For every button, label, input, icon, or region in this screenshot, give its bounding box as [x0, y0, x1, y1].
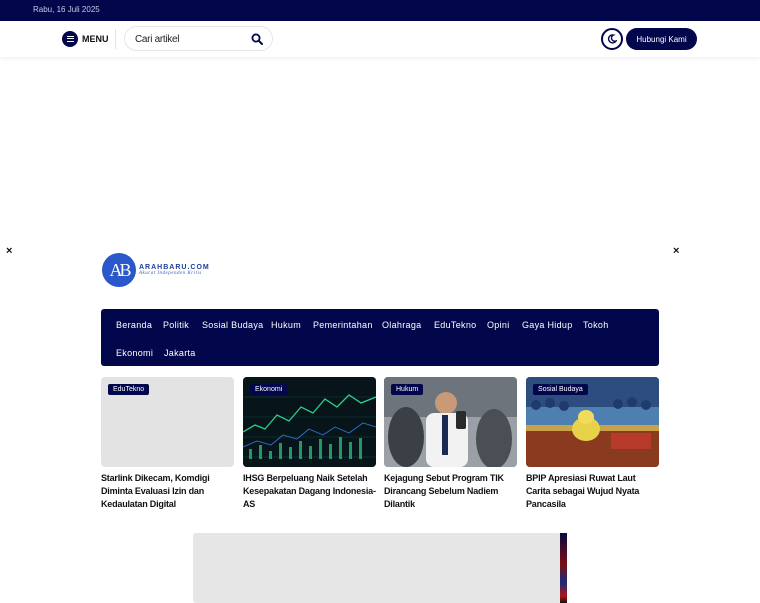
nav-item-olahraga[interactable]: Olahraga: [382, 320, 421, 330]
site-logo[interactable]: AB ARAHBARU.COM Akurat Independen Kritis: [102, 253, 210, 287]
advertisement-placeholder[interactable]: [193, 533, 561, 603]
logo-tagline: Akurat Independen Kritis: [139, 271, 202, 276]
category-badge[interactable]: EduTekno: [108, 384, 150, 395]
contact-button[interactable]: Hubungi Kami: [626, 28, 697, 50]
article-title[interactable]: Kejagung Sebut Program TIK Dirancang Seb…: [384, 472, 519, 511]
nav-item-politik[interactable]: Politik: [163, 320, 189, 330]
nav-item-edutekno[interactable]: EduTekno: [434, 320, 476, 330]
header-divider: [115, 29, 116, 49]
moon-icon: [607, 34, 617, 44]
close-icon[interactable]: ×: [6, 246, 12, 257]
search-input[interactable]: [135, 32, 245, 46]
article-title[interactable]: BPIP Apresiasi Ruwat Laut Carita sebagai…: [526, 472, 661, 511]
hamburger-icon: [62, 31, 78, 47]
logo-name: ARAHBARU.COM: [139, 264, 210, 271]
category-badge[interactable]: Hukum: [391, 384, 424, 395]
nav-item-hukum[interactable]: Hukum: [271, 320, 301, 330]
logo-badge: AB: [102, 253, 136, 287]
category-badge[interactable]: Ekonomi: [250, 384, 288, 395]
nav-item-pemerintahan[interactable]: Pemerintahan: [313, 320, 373, 330]
nav-item-jakarta[interactable]: Jakarta: [164, 348, 196, 358]
nav-item-ekonomi[interactable]: Ekonomi: [116, 348, 153, 358]
current-date: Rabu, 16 Juli 2025: [33, 5, 100, 14]
category-badge[interactable]: Sosial Budaya: [533, 384, 588, 395]
top-bar: Rabu, 16 Juli 2025: [0, 0, 760, 21]
dark-mode-toggle[interactable]: [601, 28, 623, 50]
advertisement-strip[interactable]: [560, 533, 567, 603]
menu-label: MENU: [82, 34, 109, 44]
search-icon[interactable]: [251, 33, 263, 45]
nav-item-gaya-hidup[interactable]: Gaya Hidup: [522, 320, 573, 330]
search-box: [124, 26, 273, 51]
category-nav: Beranda Politik Sosial Budaya Hukum Peme…: [101, 309, 659, 366]
close-icon[interactable]: ×: [673, 246, 679, 257]
article-title[interactable]: IHSG Berpeluang Naik Setelah Kesepakatan…: [243, 472, 378, 511]
nav-item-beranda[interactable]: Beranda: [116, 320, 152, 330]
nav-item-tokoh[interactable]: Tokoh: [583, 320, 609, 330]
nav-item-sosial-budaya[interactable]: Sosial Budaya: [202, 320, 263, 330]
site-header: MENU Hubungi Kami: [0, 21, 760, 57]
menu-button[interactable]: MENU: [62, 31, 109, 47]
nav-item-opini[interactable]: Opini: [487, 320, 510, 330]
article-title[interactable]: Starlink Dikecam, Komdigi Diminta Evalua…: [101, 472, 236, 511]
